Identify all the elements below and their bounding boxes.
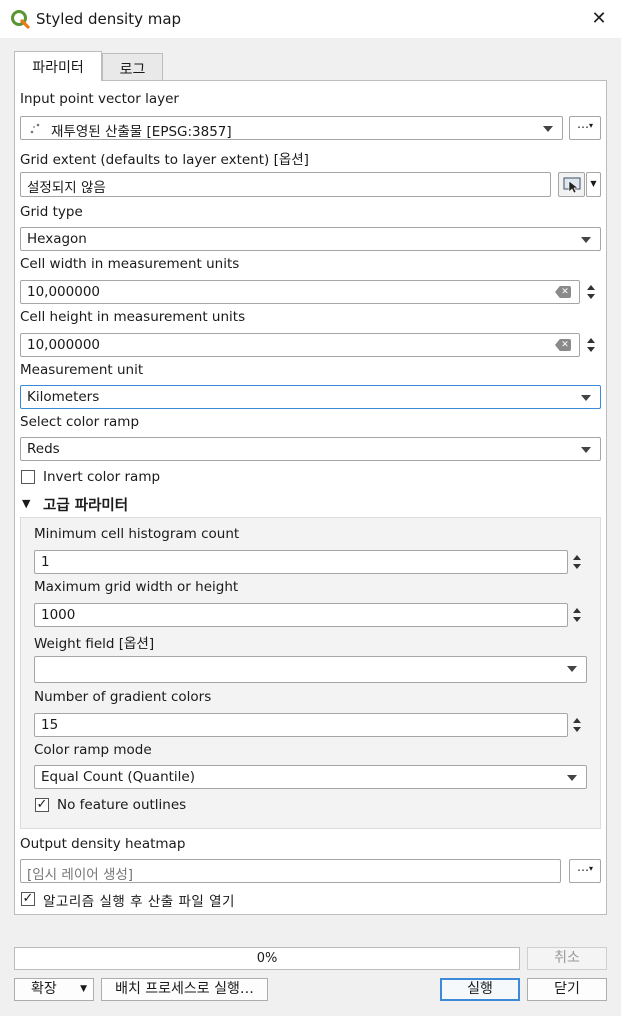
output-path-input[interactable]: [임시 레이어 생성]	[20, 859, 561, 883]
grid-type-label: Grid type	[20, 204, 83, 220]
input-layer-label: Input point vector layer	[20, 91, 179, 107]
cell-height-input[interactable]: 10,000000 ✕	[20, 333, 580, 357]
no-outlines-label: No feature outlines	[57, 797, 187, 813]
open-output-label: 알고리즘 실행 후 산출 파일 열기	[43, 894, 235, 910]
min-cell-count-stepper[interactable]	[570, 550, 584, 574]
cell-width-label: Cell width in measurement units	[20, 256, 240, 272]
cell-height-value: 10,000000	[27, 337, 101, 353]
invert-color-ramp-label: Invert color ramp	[43, 469, 161, 485]
chevron-down-icon: ▼	[80, 984, 87, 994]
output-label: Output density heatmap	[20, 836, 186, 852]
tab-log[interactable]: 로그	[102, 53, 163, 80]
grid-extent-input[interactable]: 설정되지 않음	[20, 172, 551, 197]
clear-icon[interactable]: ✕	[555, 339, 571, 351]
cancel-button[interactable]: 취소	[527, 947, 607, 970]
input-layer-value: 재투영된 산출물 [EPSG:3857]	[51, 124, 232, 140]
gradient-colors-label: Number of gradient colors	[34, 689, 212, 705]
weight-field-combo[interactable]	[34, 656, 587, 683]
measurement-unit-value: Kilometers	[27, 389, 100, 405]
min-cell-count-input[interactable]: 1	[34, 550, 568, 574]
measurement-unit-combo[interactable]: Kilometers	[20, 385, 601, 409]
color-ramp-label: Select color ramp	[20, 414, 140, 430]
color-ramp-mode-label: Color ramp mode	[34, 742, 152, 758]
input-layer-combo[interactable]: 재투영된 산출물 [EPSG:3857]	[20, 116, 563, 140]
grid-type-value: Hexagon	[27, 231, 87, 247]
gradient-colors-input[interactable]: 15	[34, 713, 568, 737]
collapse-arrow-icon[interactable]: ▼	[22, 497, 30, 510]
progress-text: 0%	[256, 951, 278, 966]
cell-height-stepper[interactable]	[584, 333, 598, 357]
weight-field-label: Weight field [옵션]	[34, 636, 155, 652]
input-layer-browse-button[interactable]: …▾	[569, 116, 601, 140]
max-grid-label: Maximum grid width or height	[34, 579, 239, 595]
title-bar: Styled density map ✕	[0, 0, 621, 38]
window-title: Styled density map	[36, 10, 182, 28]
color-ramp-combo[interactable]: Reds	[20, 437, 601, 461]
progress-bar: 0%	[14, 947, 520, 970]
no-outlines-checkbox[interactable]: ✓	[35, 798, 49, 812]
color-ramp-mode-value: Equal Count (Quantile)	[41, 769, 195, 785]
open-output-checkbox[interactable]: ✓	[21, 892, 35, 906]
clear-icon[interactable]: ✕	[555, 286, 571, 298]
grid-type-combo[interactable]: Hexagon	[20, 227, 601, 251]
point-layer-icon	[29, 122, 43, 136]
measurement-unit-label: Measurement unit	[20, 362, 144, 378]
max-grid-input[interactable]: 1000	[34, 603, 568, 627]
color-ramp-mode-combo[interactable]: Equal Count (Quantile)	[34, 765, 587, 789]
tab-parameters[interactable]: 파라미터	[14, 51, 102, 81]
advanced-menu-label: 확장	[31, 981, 57, 997]
map-select-icon	[563, 177, 581, 193]
advanced-header[interactable]: 고급 파라미터	[43, 494, 128, 515]
ellipsis-label: …	[576, 860, 589, 874]
gradient-colors-stepper[interactable]	[570, 713, 584, 737]
invert-color-ramp-checkbox[interactable]	[21, 470, 35, 484]
run-button[interactable]: 실행	[440, 978, 520, 1001]
qgis-logo-icon	[11, 10, 30, 29]
advanced-menu-button[interactable]: 확장 ▼	[14, 978, 94, 1001]
cell-width-input[interactable]: 10,000000 ✕	[20, 280, 580, 304]
close-button[interactable]: 닫기	[527, 978, 607, 1001]
cell-height-label: Cell height in measurement units	[20, 309, 246, 325]
cell-width-value: 10,000000	[27, 284, 101, 300]
map-select-button[interactable]	[558, 172, 585, 197]
grid-extent-menu-button[interactable]: ▼	[586, 172, 601, 197]
grid-extent-label: Grid extent (defaults to layer extent) […	[20, 152, 309, 168]
cell-width-stepper[interactable]	[584, 280, 598, 304]
color-ramp-value: Reds	[27, 441, 60, 457]
batch-process-button[interactable]: 배치 프로세스로 실행…	[101, 978, 268, 1001]
min-cell-count-label: Minimum cell histogram count	[34, 526, 240, 542]
ellipsis-label: …	[576, 117, 589, 131]
max-grid-stepper[interactable]	[570, 603, 584, 627]
close-icon[interactable]: ✕	[588, 8, 610, 30]
output-browse-button[interactable]: …▾	[569, 859, 601, 883]
